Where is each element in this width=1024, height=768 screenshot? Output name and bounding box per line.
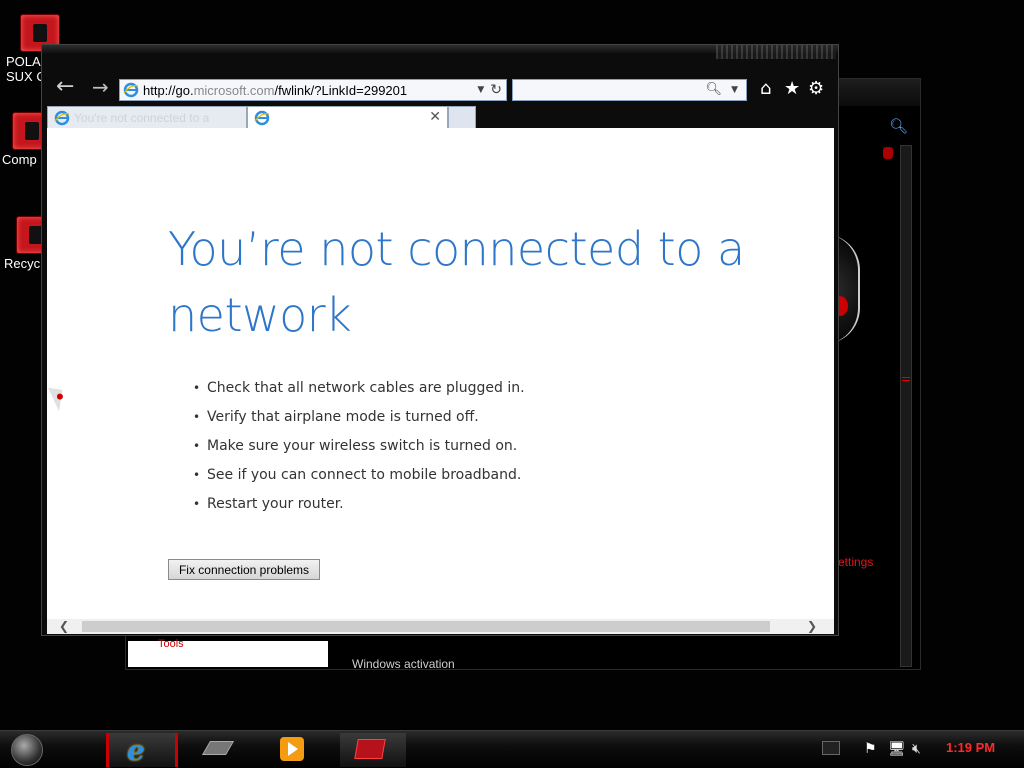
vertical-scrollbar[interactable] — [900, 145, 912, 667]
page-title: You’re not connected to a network — [168, 222, 745, 342]
taskbar: e ⚑ 🖥︎ 🔇︎ 1:19 PM — [0, 730, 1024, 768]
gear-icon[interactable]: ⚙ — [808, 79, 824, 99]
internet-explorer-window: ← → http://go.microsoft.com/fwlink/?Link… — [41, 44, 839, 636]
scroll-left-icon[interactable]: ❮ — [59, 619, 69, 634]
address-bar[interactable]: http://go.microsoft.com/fwlink/?LinkId=2… — [119, 79, 507, 101]
search-input[interactable] — [513, 80, 703, 100]
desktop: POLA SUX C Comp Recyc 🔍︎ ettings Tools W… — [0, 0, 1024, 730]
refresh-icon[interactable]: ↻ — [490, 82, 502, 98]
keyboard-icon[interactable] — [822, 741, 840, 755]
taskbar-devices[interactable] — [198, 733, 258, 767]
search-icon[interactable]: 🔍︎ — [889, 117, 908, 135]
list-item: See if you can connect to mobile broadba… — [193, 465, 525, 494]
taskbar-control-panel[interactable] — [340, 733, 406, 767]
tab-active[interactable]: ✕ — [247, 106, 448, 128]
tab-title: You're not connected to a — [74, 110, 210, 125]
url-domain: microsoft.com — [193, 82, 275, 98]
new-tab-button[interactable] — [448, 106, 476, 128]
taskbar-media-player[interactable] — [272, 733, 332, 767]
address-url[interactable]: http://go.microsoft.com/fwlink/?LinkId=2… — [143, 83, 477, 98]
back-arrow-icon[interactable]: ← — [56, 76, 74, 98]
url-path: /fwlink/?LinkId=299201 — [274, 82, 408, 98]
ie-page-icon — [254, 110, 270, 125]
alien-logo-icon — [883, 147, 893, 159]
action-center-flag-icon[interactable]: ⚑ — [864, 741, 877, 757]
media-player-icon — [280, 737, 304, 761]
scroll-thumb[interactable] — [82, 621, 770, 632]
url-prefix: http://go. — [143, 82, 194, 98]
star-icon[interactable]: ★ — [784, 79, 800, 99]
list-item: Make sure your wireless switch is turned… — [193, 436, 525, 465]
page-content: You’re not connected to a network Check … — [47, 128, 834, 619]
tools-panel: Tools — [128, 638, 328, 667]
scroll-thumb[interactable] — [902, 377, 910, 381]
device-icon — [201, 741, 235, 755]
horizontal-scrollbar[interactable]: ❮ ❯ — [47, 619, 834, 634]
list-item: Restart your router. — [193, 494, 525, 523]
list-item: Check that all network cables are plugge… — [193, 378, 525, 407]
list-item: Verify that airplane mode is turned off. — [193, 407, 525, 436]
search-icon[interactable]: 🔍︎ — [705, 82, 722, 97]
windows-activation-link[interactable]: Windows activation — [352, 657, 455, 671]
control-panel-icon — [354, 739, 386, 759]
start-button[interactable] — [11, 734, 43, 766]
tab-not-connected[interactable]: You're not connected to a — [47, 106, 247, 128]
forward-arrow-icon[interactable]: → — [92, 77, 109, 97]
home-icon[interactable]: ⌂ — [760, 79, 771, 99]
network-disconnected-icon[interactable]: 🖥︎ — [888, 741, 906, 757]
clock[interactable]: 1:19 PM — [946, 740, 995, 755]
system-tray: ⚑ 🖥︎ 🔇︎ 1:19 PM — [846, 735, 1024, 765]
troubleshooting-list: Check that all network cables are plugge… — [193, 378, 525, 523]
scroll-right-icon[interactable]: ❯ — [807, 619, 817, 634]
ie-page-icon — [123, 82, 139, 98]
chevron-down-icon[interactable]: ▼ — [731, 85, 738, 95]
ie-page-icon — [54, 110, 70, 125]
close-icon[interactable]: ✕ — [429, 109, 441, 125]
internet-explorer-icon: e — [127, 734, 145, 767]
search-box[interactable]: 🔍︎ ▼ — [512, 79, 747, 101]
taskbar-internet-explorer[interactable]: e — [106, 733, 178, 767]
chevron-down-icon[interactable]: ▼ — [477, 85, 484, 95]
fix-connection-button[interactable]: Fix connection problems — [168, 559, 320, 580]
volume-muted-icon[interactable]: 🔇︎ — [912, 741, 921, 757]
tools-link[interactable]: Tools — [158, 638, 184, 650]
window-control-buttons[interactable] — [716, 45, 836, 59]
settings-link[interactable]: ettings — [838, 555, 873, 569]
